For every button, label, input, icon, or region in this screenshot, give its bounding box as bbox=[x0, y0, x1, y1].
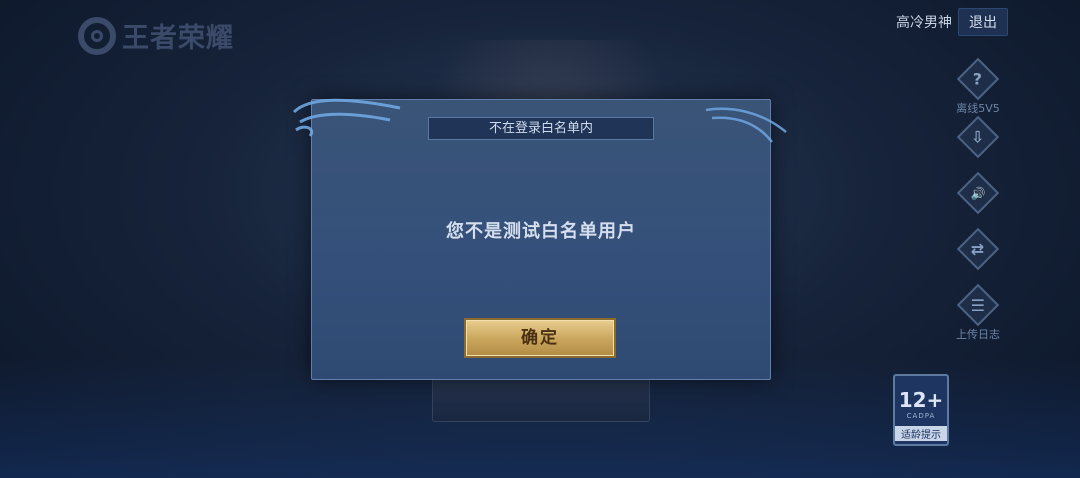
upload-log-label: 上传日志 bbox=[956, 328, 1000, 341]
age-rating-tip: 适龄提示 bbox=[895, 426, 947, 441]
sound-button[interactable]: 🔊 bbox=[948, 171, 1008, 215]
switch-account-icon: ⇄ bbox=[956, 227, 1000, 271]
speaker-icon: 🔊 bbox=[956, 171, 1000, 215]
clipboard-icon: ☰ bbox=[956, 283, 1000, 327]
username: 高冷男神 bbox=[896, 15, 952, 31]
upload-log-button[interactable]: ☰ 上传日志 bbox=[948, 283, 1008, 342]
logout-button[interactable]: 退出 bbox=[958, 8, 1008, 36]
switch-account-button[interactable]: ⇄ bbox=[948, 227, 1008, 271]
age-rating-value: 12+ bbox=[898, 388, 944, 412]
age-rating-org: CADPA bbox=[906, 412, 936, 420]
offline-5v5-label: 离线5V5 bbox=[956, 102, 1000, 115]
logo-mark-icon bbox=[78, 16, 116, 55]
dialog-message: 您不是测试白名单用户 bbox=[446, 221, 636, 242]
question-icon: ? bbox=[956, 57, 1000, 101]
download-button[interactable]: ⇩ bbox=[948, 115, 1008, 159]
dialog-title: 不在登录白名单内 bbox=[428, 117, 654, 140]
dialog-swirl-right-ornament bbox=[705, 107, 787, 143]
age-rating-badge: 12+ CADPA 适龄提示 bbox=[893, 374, 949, 446]
game-logo: 王者荣耀 bbox=[78, 16, 234, 55]
offline-5v5-button[interactable]: ? 离线5V5 bbox=[948, 57, 1008, 116]
background-pedestal bbox=[432, 376, 650, 422]
logo-text: 王者荣耀 bbox=[122, 23, 234, 54]
download-icon: ⇩ bbox=[956, 115, 1000, 159]
account-bar: 高冷男神 退出 bbox=[896, 8, 1008, 36]
whitelist-dialog: 不在登录白名单内 您不是测试白名单用户 确定 bbox=[292, 98, 787, 380]
confirm-button[interactable]: 确定 bbox=[466, 320, 614, 356]
dialog-swirl-left-ornament bbox=[292, 98, 401, 137]
